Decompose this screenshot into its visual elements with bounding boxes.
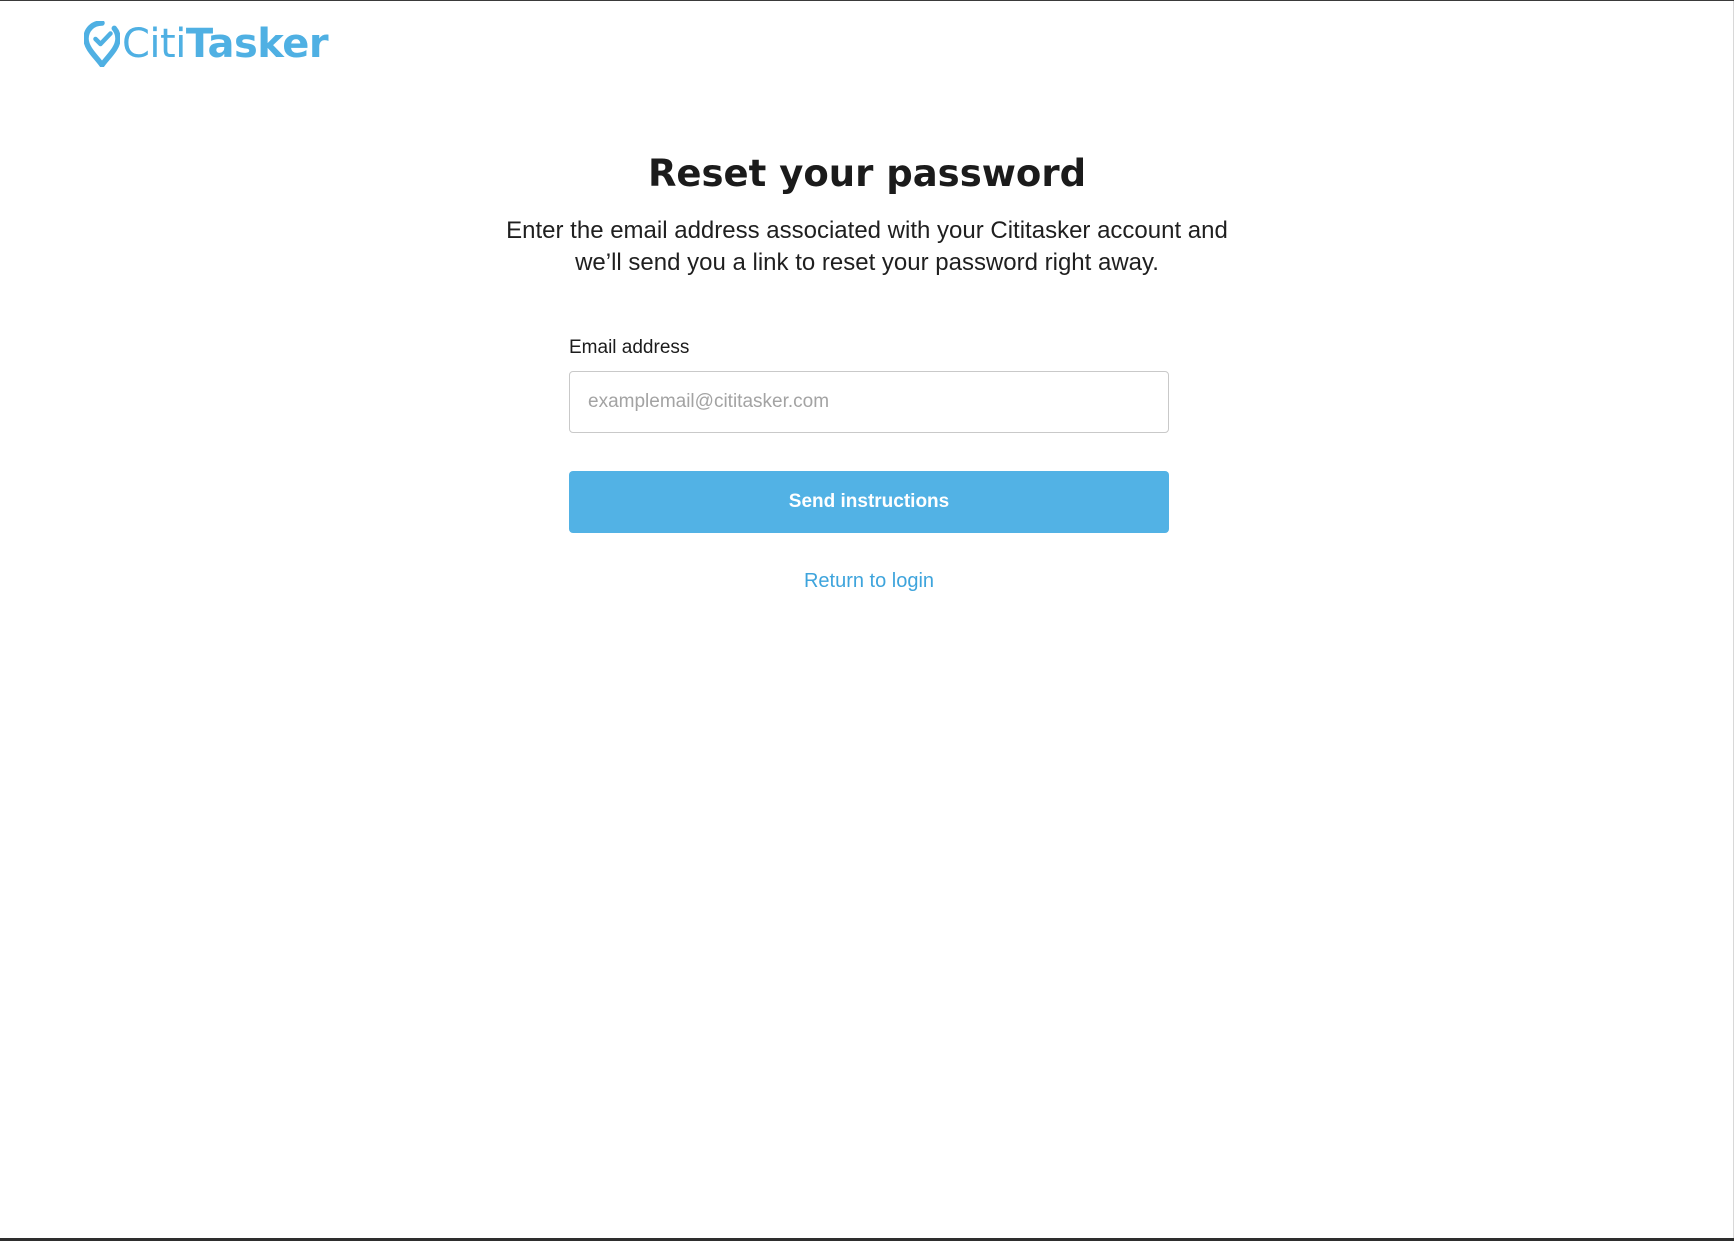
send-instructions-button[interactable]: Send instructions <box>569 471 1169 533</box>
reset-password-form: Email address Send instructions Return t… <box>569 335 1169 593</box>
page-title: Reset your password <box>647 152 1087 195</box>
reset-password-header: Reset your password Enter the email addr… <box>0 149 1734 279</box>
logo-wordmark: CitiTasker <box>122 21 329 67</box>
logo-wordmark-tasker: Tasker <box>185 21 329 67</box>
cititasker-logo[interactable]: CitiTasker <box>84 19 329 69</box>
logo-wordmark-citi: Citi <box>122 21 186 67</box>
location-pin-check-icon <box>84 21 120 67</box>
email-field[interactable] <box>569 371 1169 433</box>
page-description: Enter the email address associated with … <box>506 217 1228 276</box>
email-label: Email address <box>569 337 690 358</box>
return-to-login-link[interactable]: Return to login <box>569 570 1169 593</box>
page: CitiTasker Reset your password Enter the… <box>0 0 1734 1241</box>
